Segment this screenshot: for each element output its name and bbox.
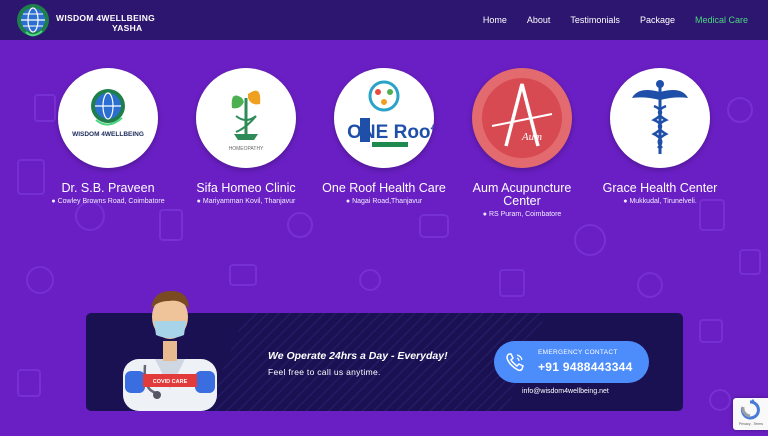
recaptcha-terms[interactable]: Privacy - Terms (735, 422, 767, 426)
one-roof-logo-text: ONE Roof (347, 122, 434, 143)
contact-email[interactable]: info@wisdom4wellbeing.net (522, 388, 609, 395)
one-roof-logo-icon: ONE Roof (347, 80, 434, 147)
location-pin-icon: ● (196, 198, 201, 205)
clinic-address: ● Cowley Browns Road, Coimbatore (40, 198, 176, 205)
clinic-card-one-roof[interactable]: ONE Roof One Roof Health Care ● Nagai Roa… (316, 68, 452, 205)
brand-line-2: YASHA (112, 23, 143, 33)
clinic-address: ● Mariyamman Kovil, Thanjavur (178, 198, 314, 205)
aum-logo-text: Aum (521, 131, 542, 143)
homeopathy-logo-text: HOMEOPATHY (229, 146, 264, 152)
homeopathy-logo-icon: HOMEOPATHY (229, 90, 264, 152)
recaptcha-badge[interactable]: Privacy - Terms (733, 398, 768, 430)
clinic-address: ● Nagai Road,Thanjavur (316, 198, 452, 205)
clinic-address-text: Mukkudal, Tirunelveli. (629, 198, 697, 205)
wisdom-logo-icon: WISDOM 4WELLBEING (72, 89, 144, 138)
clinic-name: One Roof Health Care (322, 181, 446, 195)
emergency-phone-number[interactable]: +91 9488443344 (538, 360, 633, 374)
clinic-logo-wisdom: WISDOM 4WELLBEING (58, 68, 158, 168)
nav-testimonials[interactable]: Testimonials (570, 15, 620, 25)
recaptcha-icon (740, 399, 760, 420)
globe-logo-icon[interactable] (16, 3, 50, 37)
clinic-address: ● Mukkudal, Tirunelveli. (592, 198, 728, 205)
clinic-name: Aum Acupuncture Center (472, 181, 572, 208)
clinic-name: Dr. S.B. Praveen (61, 181, 155, 195)
clinic-card-aum[interactable]: Aum Aum Acupuncture Center ● RS Puram, Co… (454, 68, 590, 218)
clinic-card-grace[interactable]: Grace Health Center ● Mukkudal, Tirunelve… (592, 68, 728, 205)
clinic-name: Sifa Homeo Clinic (196, 181, 296, 195)
covid-care-badge: COVID CARE (153, 379, 188, 385)
clinic-address-text: Cowley Browns Road, Coimbatore (57, 198, 165, 205)
phone-icon (506, 353, 524, 372)
brand-name[interactable]: WISDOM 4WELLBEING YASHA (56, 13, 155, 33)
caduceus-icon (632, 80, 688, 154)
location-pin-icon: ● (482, 211, 487, 218)
top-navigation-bar: WISDOM 4WELLBEING YASHA Home About Testi… (0, 0, 768, 40)
banner-heading: We Operate 24hrs a Day - Everyday! (268, 350, 448, 362)
clinic-name: Grace Health Center (602, 181, 718, 195)
nav-medical-care[interactable]: Medical Care (695, 15, 748, 25)
brand-line-1: WISDOM 4WELLBEING (56, 13, 156, 23)
emergency-contact-button[interactable]: EMERGENCY CONTACT +91 9488443344 (494, 341, 649, 383)
location-pin-icon: ● (345, 198, 351, 205)
clinic-logo-grace (610, 68, 710, 168)
doctor-illustration: COVID CARE (123, 291, 217, 411)
clinic-address-text: Nagai Road,Thanjavur (352, 198, 423, 205)
nav-package[interactable]: Package (640, 15, 675, 25)
clinic-address: ● RS Puram, Coimbatore (454, 211, 590, 218)
wisdom-logo-text: WISDOM 4WELLBEING (72, 131, 144, 138)
nav-home[interactable]: Home (483, 15, 507, 25)
clinic-logo-aum: Aum (472, 68, 572, 168)
banner-subheading: Feel free to call us anytime. (268, 367, 381, 377)
clinic-logo-one-roof: ONE Roof (334, 68, 434, 168)
aum-logo-icon: Aum (482, 78, 562, 158)
location-pin-icon: ● (623, 198, 628, 205)
location-pin-icon: ● (51, 198, 56, 205)
emergency-label: EMERGENCY CONTACT (538, 349, 618, 356)
clinic-address-text: Mariyamman Kovil, Thanjavur (202, 198, 296, 205)
main-nav: Home About Testimonials Package Medical … (483, 0, 748, 40)
nav-about[interactable]: About (527, 15, 551, 25)
clinic-card-praveen[interactable]: WISDOM 4WELLBEING Dr. S.B. Praveen ● Cowl… (40, 68, 176, 205)
clinic-card-sifa[interactable]: HOMEOPATHY Sifa Homeo Clinic ● Mariyamman… (178, 68, 314, 205)
clinic-logo-sifa: HOMEOPATHY (196, 68, 296, 168)
clinic-address-text: RS Puram, Coimbatore (488, 211, 562, 218)
